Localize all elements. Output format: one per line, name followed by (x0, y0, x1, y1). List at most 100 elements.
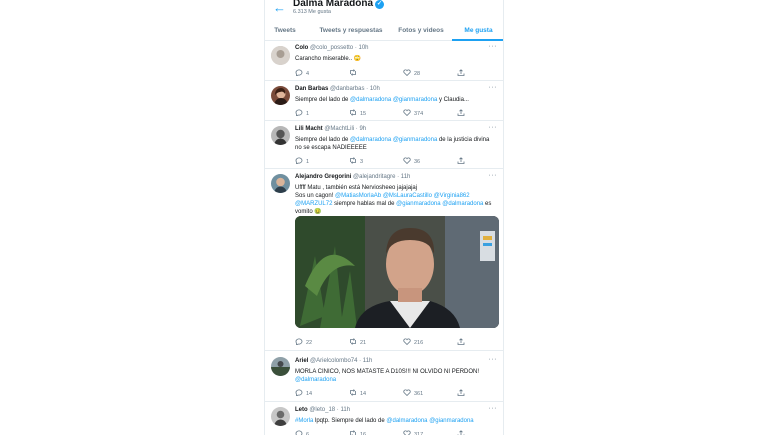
share-button[interactable] (457, 157, 465, 165)
tweet-author-handle[interactable]: @Arielcolombo74 (310, 358, 357, 364)
tab-tweets[interactable]: Tweets (265, 20, 305, 41)
reply-button[interactable]: 14 (295, 389, 312, 397)
tweet-media-image[interactable] (295, 216, 499, 328)
tweet[interactable]: Colo @colo_possetto · 10h ··· Carancho m… (265, 41, 503, 81)
mention-link[interactable]: @gianmaradona (396, 201, 440, 207)
mention-link[interactable]: @MsLauraCastillo (383, 193, 432, 199)
tweet-author-handle[interactable]: @alejandritagre (353, 174, 395, 180)
tweet-time[interactable]: · 11h (337, 407, 350, 413)
retweet-button[interactable]: 14 (349, 389, 366, 397)
profile-tabs: Tweets Tweets y respuestas Fotos y video… (265, 20, 503, 41)
tweet-author-name[interactable]: Dan Barbas (295, 86, 328, 92)
tweet-header: Ariel @Arielcolombo74 · 11h (295, 358, 372, 364)
share-button[interactable] (457, 389, 465, 397)
tweet-author-name[interactable]: Leto (295, 407, 308, 413)
tweet-author-handle[interactable]: @MachtLili (324, 126, 354, 132)
reply-count: 4 (306, 71, 310, 77)
mention-link[interactable]: @dalmaradona (350, 97, 391, 103)
more-icon[interactable]: ··· (489, 43, 498, 50)
like-button[interactable]: 361 (403, 389, 423, 397)
tweet-text-segment: es (483, 201, 492, 207)
mention-link[interactable]: @MatiasMorlaAb (335, 193, 381, 199)
avatar[interactable] (271, 46, 290, 65)
avatar[interactable] (271, 86, 290, 105)
tweet[interactable]: Leto @leto_18 · 11h ··· #Morla lpqtp. Si… (265, 402, 503, 435)
reply-button[interactable]: 22 (295, 338, 312, 346)
retweet-button[interactable] (349, 69, 360, 77)
more-icon[interactable]: ··· (489, 124, 498, 131)
tweet-author-handle[interactable]: @leto_18 (309, 407, 335, 413)
retweet-button[interactable]: 16 (349, 430, 366, 435)
avatar[interactable] (271, 174, 290, 193)
mention-link[interactable]: @Virginia862 (434, 193, 470, 199)
more-icon[interactable]: ··· (489, 84, 498, 91)
tweet-author-name[interactable]: Colo (295, 45, 308, 51)
tweet-text-segment: y Claudia... (437, 97, 469, 103)
more-icon[interactable]: ··· (489, 405, 498, 412)
profile-timeline-column: ← Dalma Maradona ✓ 6.313 Me gusta Tweets … (264, 0, 504, 435)
mention-link[interactable]: @gianmaradona (393, 137, 437, 143)
reply-button[interactable]: 6 (295, 430, 309, 435)
profile-name: Dalma Maradona ✓ (293, 0, 385, 9)
retweet-button[interactable]: 21 (349, 338, 366, 346)
reply-button[interactable]: 4 (295, 69, 309, 77)
tweet-actions: 1 3 36 (295, 157, 470, 165)
tweet[interactable]: Dan Barbas @danbarbas · 10h ··· Siempre … (265, 81, 503, 121)
tweet-text-segment: vomito 🤢 (295, 209, 322, 215)
back-arrow-icon[interactable]: ← (273, 1, 287, 14)
avatar[interactable] (271, 126, 290, 145)
tweet-text: Uffff Matu , también está Nerviosheeo ja… (295, 184, 500, 216)
like-button[interactable]: 374 (403, 109, 423, 117)
reply-icon (295, 69, 303, 76)
retweet-icon (350, 338, 356, 345)
like-button[interactable]: 317 (403, 430, 423, 435)
like-button[interactable]: 28 (403, 69, 420, 77)
like-button[interactable]: 36 (403, 157, 420, 165)
tweet-author-handle[interactable]: @danbarbas (330, 86, 364, 92)
mention-link[interactable]: @dalmaradona (350, 137, 391, 143)
tweet-author-name[interactable]: Lili Macht (295, 126, 323, 132)
mention-link[interactable]: @gianmaradona (429, 418, 473, 424)
hashtag-link[interactable]: #Morla (295, 418, 313, 424)
tweet[interactable]: Lili Macht @MachtLili · 9h ··· Siempre d… (265, 121, 503, 169)
tweet-text-segment: Siempre del lado de (295, 137, 351, 143)
tab-photos-and-videos[interactable]: Fotos y videos (397, 20, 445, 41)
share-icon (457, 109, 465, 116)
retweet-button[interactable]: 15 (349, 109, 366, 117)
tweet-time[interactable]: · 11h (359, 358, 372, 364)
avatar[interactable] (271, 357, 290, 376)
tweet-text: #Morla lpqtp. Siempre del lado de @dalma… (295, 417, 500, 425)
reply-button[interactable]: 1 (295, 157, 309, 165)
mention-link[interactable]: @MARZUL72 (295, 201, 332, 207)
tweet-actions: 14 14 361 (295, 389, 470, 397)
tweet-time[interactable]: · 9h (356, 126, 366, 132)
more-icon[interactable]: ··· (489, 172, 498, 179)
tweet-author-name[interactable]: Ariel (295, 358, 308, 364)
share-button[interactable] (457, 430, 465, 435)
reply-button[interactable]: 1 (295, 109, 309, 117)
like-button[interactable]: 216 (403, 338, 423, 346)
retweet-count: 3 (360, 159, 364, 165)
share-button[interactable] (457, 69, 465, 77)
tweet-time[interactable]: · 10h (366, 86, 380, 92)
tweet-time[interactable]: · 10h (355, 45, 369, 51)
retweet-button[interactable]: 3 (349, 157, 363, 165)
tweet-time[interactable]: · 11h (397, 174, 410, 180)
tweet[interactable]: Alejandro Gregorini @alejandritagre · 11… (265, 169, 503, 351)
mention-link[interactable]: @dalmaradona (442, 201, 483, 207)
share-button[interactable] (457, 338, 465, 346)
tweet-author-name[interactable]: Alejandro Gregorini (295, 174, 351, 180)
tab-likes[interactable]: Me gusta (452, 20, 503, 41)
share-button[interactable] (457, 109, 465, 117)
tweet[interactable]: Ariel @Arielcolombo74 · 11h ··· MORLA CI… (265, 351, 503, 402)
mention-link[interactable]: @dalmaradona (295, 377, 336, 383)
tweet-author-handle[interactable]: @colo_possetto (310, 45, 353, 51)
like-icon (403, 157, 411, 164)
mention-link[interactable]: @gianmaradona (393, 97, 437, 103)
like-icon (403, 109, 411, 116)
mention-link[interactable]: @dalmaradona (386, 418, 427, 424)
avatar[interactable] (271, 407, 290, 426)
more-icon[interactable]: ··· (489, 356, 498, 363)
like-icon (403, 338, 411, 345)
tab-tweets-and-replies[interactable]: Tweets y respuestas (311, 20, 391, 41)
